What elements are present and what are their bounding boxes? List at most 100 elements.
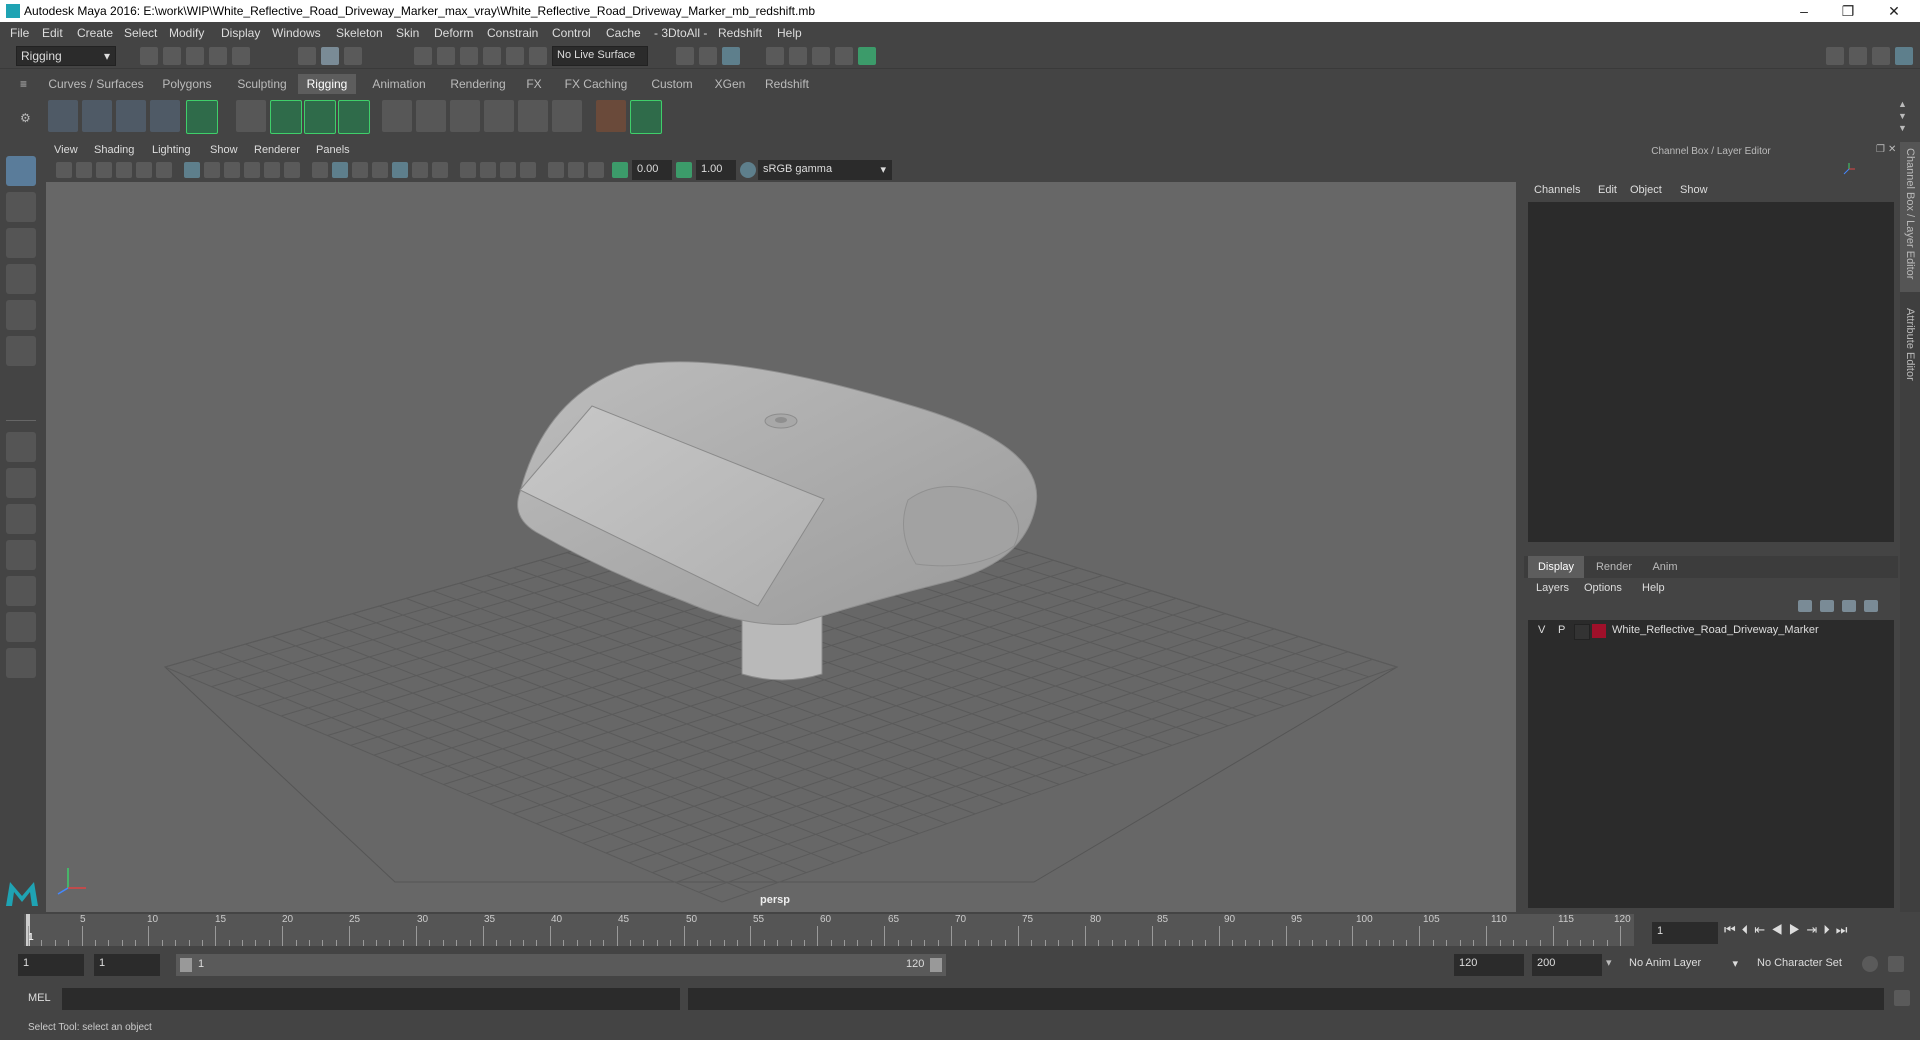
- perspective-viewport[interactable]: persp: [46, 182, 1516, 912]
- layer-menu-help[interactable]: Help: [1642, 582, 1665, 594]
- render-current-frame-icon[interactable]: [722, 47, 740, 65]
- viewport-menu-lighting[interactable]: Lighting: [152, 144, 191, 156]
- xray-joints-icon[interactable]: [568, 162, 584, 178]
- modeling-toolkit-icon[interactable]: [1826, 47, 1844, 65]
- exposure-field[interactable]: 0.00: [632, 160, 672, 180]
- menu-skeleton[interactable]: Skeleton: [336, 26, 383, 40]
- textured-icon[interactable]: [372, 162, 388, 178]
- chevron-down-icon[interactable]: ▾: [1606, 956, 1612, 969]
- menu-edit[interactable]: Edit: [42, 26, 63, 40]
- snap-view-plane-icon[interactable]: [483, 47, 501, 65]
- bookmark-icon[interactable]: [96, 162, 112, 178]
- gate-mask-icon[interactable]: [244, 162, 260, 178]
- redshift-render-view-icon[interactable]: [858, 47, 876, 65]
- hypershade-persp-layout-icon[interactable]: [6, 576, 36, 606]
- playback-start-field[interactable]: 1: [94, 954, 160, 976]
- scale-tool-icon[interactable]: [6, 336, 36, 366]
- ipr-render-icon[interactable]: [789, 47, 807, 65]
- shelf-tab-xgen[interactable]: XGen: [706, 74, 754, 94]
- menu-display[interactable]: Display: [221, 26, 260, 40]
- layer-color-swatch[interactable]: [1592, 624, 1606, 638]
- xray-icon[interactable]: [548, 162, 564, 178]
- wire-deformer-icon[interactable]: [552, 100, 582, 132]
- shelf-tab-custom[interactable]: Custom: [640, 74, 704, 94]
- menu-redshift[interactable]: Redshift: [718, 26, 762, 40]
- step-back-icon[interactable]: ⏴: [1742, 922, 1755, 937]
- orient-joint-icon[interactable]: [450, 100, 480, 132]
- ik-handle-icon[interactable]: [82, 100, 112, 132]
- motion-blur-icon[interactable]: [460, 162, 476, 178]
- input-output-icon[interactable]: [676, 47, 694, 65]
- wireframe-icon[interactable]: [312, 162, 328, 178]
- toolbox-more-layouts-icon[interactable]: [6, 648, 36, 678]
- render-view-icon[interactable]: [766, 47, 784, 65]
- shadows-icon[interactable]: [412, 162, 428, 178]
- move-layer-up-icon[interactable]: [1798, 600, 1812, 612]
- animation-preferences-icon[interactable]: [1888, 956, 1904, 972]
- channel-box-menu-show[interactable]: Show: [1680, 184, 1708, 196]
- command-input[interactable]: [62, 988, 680, 1010]
- field-chart-icon[interactable]: [264, 162, 280, 178]
- camera-select-icon[interactable]: [56, 162, 72, 178]
- grid-toggle-icon[interactable]: [184, 162, 200, 178]
- shelf-scroll-arrows-icon[interactable]: ▲ ▼ ▼: [1898, 98, 1910, 134]
- parent-constraint-icon[interactable]: [630, 100, 662, 134]
- cluster-icon[interactable]: [338, 100, 370, 134]
- minimize-button[interactable]: –: [1784, 0, 1824, 22]
- menu-control[interactable]: Control: [552, 26, 591, 40]
- human-ik-icon[interactable]: [186, 100, 218, 134]
- layer-visibility-toggle[interactable]: V: [1538, 624, 1545, 636]
- range-start-handle[interactable]: [180, 958, 192, 972]
- depth-of-field-icon[interactable]: [500, 162, 516, 178]
- lattice-icon[interactable]: [304, 100, 336, 134]
- time-slider[interactable]: 1 5 10 15 20 25 30 35 40 45 50 55 60 65 …: [24, 912, 1634, 948]
- play-backward-icon[interactable]: ◀: [1771, 922, 1789, 937]
- paint-weights-icon[interactable]: [382, 100, 412, 132]
- animation-end-field[interactable]: 200: [1532, 954, 1602, 976]
- play-forward-icon[interactable]: ▶: [1789, 922, 1807, 937]
- construction-history-icon[interactable]: [699, 47, 717, 65]
- symmetry-icon[interactable]: [529, 47, 547, 65]
- gamma-field[interactable]: 1.00: [696, 160, 736, 180]
- shelf-tab-rigging[interactable]: Rigging: [298, 74, 356, 94]
- move-layer-down-icon[interactable]: [1820, 600, 1834, 612]
- command-language-label[interactable]: MEL: [28, 992, 51, 1004]
- layer-tab-anim[interactable]: Anim: [1642, 556, 1688, 578]
- shelf-tab-polygons[interactable]: Polygons: [152, 74, 222, 94]
- menu-deform[interactable]: Deform: [434, 26, 473, 40]
- safe-action-icon[interactable]: [284, 162, 300, 178]
- ik-spline-icon[interactable]: [116, 100, 146, 132]
- layer-type-toggle[interactable]: [1574, 624, 1590, 640]
- menu-constrain[interactable]: Constrain: [487, 26, 538, 40]
- render-settings-icon[interactable]: [812, 47, 830, 65]
- select-object-icon[interactable]: [321, 47, 339, 65]
- channel-box-menu-object[interactable]: Object: [1630, 184, 1662, 196]
- playback-end-field[interactable]: 120: [1454, 954, 1524, 976]
- viewport-menu-show[interactable]: Show: [210, 144, 238, 156]
- script-editor-icon[interactable]: [1894, 990, 1910, 1006]
- layer-menu-options[interactable]: Options: [1584, 582, 1622, 594]
- character-set-dropdown[interactable]: No Character Set: [1752, 954, 1872, 976]
- new-layer-selected-icon[interactable]: [1864, 600, 1878, 612]
- step-forward-key-icon[interactable]: ⇥: [1806, 922, 1823, 937]
- menu-modify[interactable]: Modify: [169, 26, 204, 40]
- exposure-icon[interactable]: [612, 162, 628, 178]
- viewport-menu-renderer[interactable]: Renderer: [254, 144, 300, 156]
- color-management-icon[interactable]: [740, 162, 756, 178]
- close-button[interactable]: ✕: [1874, 0, 1914, 22]
- wireframe-on-shaded-icon[interactable]: [352, 162, 368, 178]
- snap-point-icon[interactable]: [460, 47, 478, 65]
- joint-tool-icon[interactable]: [48, 100, 78, 132]
- side-tab-attribute-editor[interactable]: Attribute Editor: [1900, 302, 1920, 402]
- gamma-icon[interactable]: [676, 162, 692, 178]
- wrap-deformer-icon[interactable]: [518, 100, 548, 132]
- single-perspective-layout-icon[interactable]: [6, 432, 36, 462]
- snap-live-icon[interactable]: [506, 47, 524, 65]
- use-all-lights-icon[interactable]: [392, 162, 408, 178]
- channel-box-area[interactable]: [1528, 202, 1894, 542]
- lasso-tool-icon[interactable]: [6, 192, 36, 222]
- xray-components-icon[interactable]: [588, 162, 604, 178]
- smooth-bind-icon[interactable]: [270, 100, 302, 134]
- select-hierarchy-icon[interactable]: [298, 47, 316, 65]
- color-space-dropdown[interactable]: sRGB gamma ▾: [758, 160, 892, 180]
